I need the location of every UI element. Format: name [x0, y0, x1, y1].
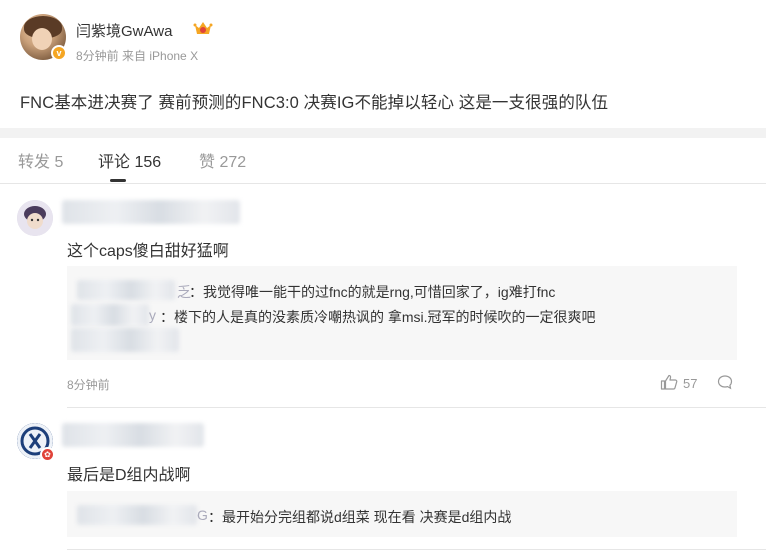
active-tab-indicator [110, 179, 126, 182]
comment-separator [67, 549, 766, 550]
reply-text: ：楼下的人是真的没素质冷嘲热讽的 拿msi.冠军的时候吹的一定很爽吧 [160, 309, 596, 325]
reply-list: G ：最开始分完组都说d组菜 现在看 决赛是d组内战 [67, 491, 737, 537]
reply-bubble-icon[interactable] [717, 374, 733, 390]
section-divider [0, 128, 766, 138]
comment-separator [67, 407, 766, 408]
tab-repost[interactable]: 转发 5 [18, 148, 63, 172]
comment-time: 8分钟前 [67, 378, 110, 392]
reply-list: 乏 ：我觉得唯一能干的过fnc的就是rng,可惜回家了，ig难打fnc y ：楼… [67, 266, 737, 360]
verified-badge-icon: ✿ [40, 447, 55, 462]
reply-author-redacted [71, 304, 149, 326]
tab-comments[interactable]: 评论 156 [98, 148, 161, 172]
vip-crown-icon [193, 22, 213, 34]
commenter-name-redacted [62, 200, 240, 224]
reply-author-tail[interactable]: G [197, 507, 208, 523]
comment-text: 这个caps傻白甜好猛啊 [67, 243, 229, 260]
comment-text: 最后是D组内战啊 [67, 467, 191, 484]
commenter-avatar[interactable] [17, 200, 53, 236]
reply-author-redacted [77, 280, 175, 300]
verified-badge-icon: v [51, 45, 67, 61]
reply-author-redacted [71, 328, 179, 352]
weibo-post-card: v 闫紫境GwAwa 8分钟前 来自 iPhone X FNC基本进决赛了 赛前… [0, 0, 766, 558]
author-name[interactable]: 闫紫境GwAwa [76, 20, 172, 41]
post-tabs: 转发 5 评论 156 赞 272 [0, 138, 766, 184]
like-count: 57 [683, 376, 698, 391]
reply-author-tail[interactable]: y [149, 307, 156, 323]
post-body: FNC基本进决赛了 赛前预测的FNC3:0 决赛IG不能掉以轻心 这是一支很强的… [20, 94, 609, 112]
post-meta: 8分钟前 来自 iPhone X [76, 47, 198, 64]
tab-likes[interactable]: 赞 272 [199, 148, 246, 172]
reply-text: ：我觉得唯一能干的过fnc的就是rng,可惜回家了，ig难打fnc [189, 284, 556, 300]
thumbs-up-icon[interactable] [660, 374, 678, 390]
post-source: 来自 iPhone X [122, 49, 199, 63]
reply-text: ：最开始分完组都说d组菜 现在看 决赛是d组内战 [208, 509, 512, 525]
post-time[interactable]: 8分钟前 [76, 49, 119, 63]
reply-author-redacted [77, 505, 197, 525]
commenter-name-redacted [62, 423, 204, 447]
